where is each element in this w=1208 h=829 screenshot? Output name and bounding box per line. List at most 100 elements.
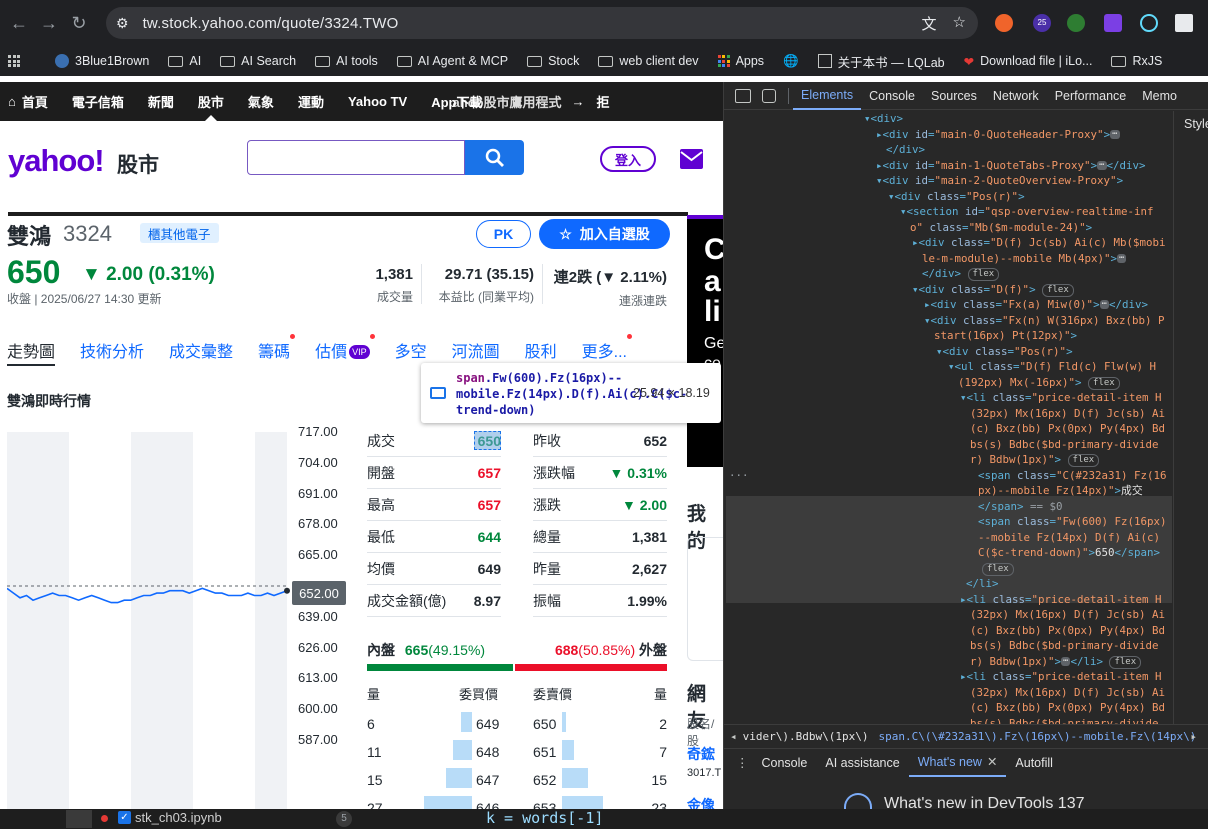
checkbox-icon[interactable]: ✓ (118, 811, 131, 824)
bookmark-folder[interactable]: Stock (527, 54, 579, 68)
bookmark-folder[interactable]: web client dev (598, 54, 699, 68)
pk-button[interactable]: PK (476, 220, 531, 248)
price-detail-label: 成交 (367, 432, 395, 449)
price-detail-value: 644 (477, 528, 501, 545)
code-snippet: k = words[-1] (486, 809, 604, 827)
y-tick-label: 639.00 (298, 608, 338, 624)
y-tick-label: 691.00 (298, 485, 338, 501)
ask-qty: 2 (659, 716, 667, 732)
extension-icon[interactable] (1175, 14, 1193, 32)
tab-styles[interactable]: Style (1184, 117, 1208, 131)
breadcrumb-item-selected[interactable]: span.C\(\#232a31\).Fz\(16px\)--mobile.Fz… (878, 730, 1196, 743)
tab-network[interactable]: Network (985, 82, 1047, 110)
address-bar[interactable]: ⚙ tw.stock.yahoo.com/quote/3324.TWO 文 ☆ (106, 7, 978, 39)
extension-badge[interactable]: 25 (1033, 14, 1051, 32)
bookmark-folder[interactable]: RxJS (1111, 54, 1162, 68)
ask-qty: 15 (651, 772, 667, 788)
advertisement[interactable]: C a li Ge ce (687, 215, 723, 467)
drawer-tab-whats-new[interactable]: What's new ✕ (908, 749, 1007, 777)
tab-chips[interactable]: 籌碼 (258, 334, 296, 368)
extension-icon[interactable] (1104, 14, 1122, 32)
site-settings-icon[interactable]: ⚙ (116, 15, 129, 32)
ask-price: 653 (533, 800, 557, 809)
netizen-stock-link[interactable]: 奇鋐 (687, 744, 715, 764)
bookmark-folder[interactable]: AI tools (315, 54, 378, 68)
quote-area: 雙鴻 3324 櫃其他電子 PK ☆ 加入自選股 650 ▼ 2.00 (0.31… (0, 82, 723, 809)
stat-volume: 1,381 成交量 (375, 266, 413, 304)
price-detail-label: 開盤 (367, 464, 395, 481)
notebook-tab[interactable]: stk_ch03.ipynb (135, 810, 222, 825)
reload-icon[interactable]: ↻ (64, 8, 94, 38)
tab-chart[interactable]: 走勢圖 (7, 338, 56, 366)
styles-pane[interactable]: Style (1173, 111, 1208, 724)
bookmark-item[interactable]: 关于本书 — LQLab (817, 52, 945, 71)
bookmark-folder[interactable]: AI (168, 54, 201, 68)
breadcrumb-left-arrow-icon[interactable]: ◂ (730, 730, 737, 743)
tab-slot (66, 810, 92, 828)
vip-badge: VIP (349, 345, 370, 359)
url-text[interactable]: tw.stock.yahoo.com/quote/3324.TWO (143, 15, 399, 32)
current-price-tag: 652.00 (292, 581, 346, 605)
bookmark-folder[interactable]: AI Search (220, 54, 296, 68)
bookmark-apps[interactable]: Apps (717, 54, 764, 68)
price-detail-item: 最低 644 (367, 521, 501, 553)
stock-name: 雙鴻 (7, 224, 52, 249)
tab-trades[interactable]: 成交彙整 (169, 338, 233, 368)
bookmark-item[interactable]: 🌐 (783, 54, 799, 69)
price-detail-item: 昨量 2,627 (533, 553, 667, 585)
bid-qty-header: 量 (367, 687, 381, 702)
price-detail-label: 最低 (367, 528, 395, 545)
drawer-tab-console[interactable]: Console (753, 749, 817, 777)
folder-icon (168, 55, 184, 67)
add-watchlist-button[interactable]: ☆ 加入自選股 (539, 219, 670, 249)
tab-elements[interactable]: Elements (793, 82, 862, 110)
inner-volume-bar (367, 664, 514, 671)
price-detail-value: 652 (643, 432, 667, 449)
breadcrumb-item[interactable]: vider\).Bdbw\(1px\) (743, 730, 869, 743)
bookmark-item[interactable]: ❤ Download file | iLo... (964, 54, 1093, 69)
browser-toolbar: ← → ↻ ⚙ tw.stock.yahoo.com/quote/3324.TW… (0, 0, 1208, 46)
elements-tree[interactable]: ▾<div> ▸<div id="main-0-QuoteHeader-Prox… (724, 111, 1172, 724)
tab-technical[interactable]: 技術分析 (80, 338, 144, 368)
industry-tag[interactable]: 櫃其他電子 (140, 223, 219, 243)
bookmark-folder[interactable]: AI Agent & MCP (396, 54, 508, 68)
tab-console[interactable]: Console (861, 82, 923, 110)
bookmark-star-icon[interactable]: ☆ (953, 13, 966, 34)
price-detail-value: 2,627 (631, 560, 667, 577)
extension-icon[interactable] (1067, 14, 1085, 32)
price-detail-value: 1,381 (631, 528, 667, 545)
translate-icon[interactable]: 文 (922, 13, 937, 34)
netizen-stock-link[interactable]: 金像電 (687, 795, 723, 809)
back-icon[interactable]: ← (4, 8, 34, 38)
chart-plot (7, 585, 290, 604)
apps-grid-icon[interactable] (8, 55, 20, 67)
intraday-chart[interactable] (7, 432, 290, 809)
tab-valuation[interactable]: 估價 VIP (315, 334, 375, 368)
tab-divider (788, 87, 789, 104)
bid-qty: 6 (367, 716, 375, 732)
bookmark-favicon-icon (55, 54, 69, 68)
drawer-tab-autofill[interactable]: Autofill (1006, 749, 1062, 777)
ask-volume-bar (562, 796, 603, 809)
more-icon[interactable]: ⋮ (736, 755, 749, 770)
bookmark-item[interactable]: 3Blue1Brown (55, 54, 149, 68)
price-detail-label: 成交金額(億) (367, 592, 447, 609)
react-devtools-icon[interactable] (1140, 14, 1158, 32)
inspect-element-icon[interactable] (735, 88, 751, 103)
tab-performance[interactable]: Performance (1047, 82, 1135, 110)
bid-volume-bar (452, 740, 472, 760)
drawer-tab-ai[interactable]: AI assistance (816, 749, 908, 777)
forward-icon[interactable]: → (34, 8, 64, 38)
close-icon[interactable]: ✕ (987, 754, 997, 769)
device-toolbar-icon[interactable] (762, 88, 776, 103)
tab-sources[interactable]: Sources (923, 82, 985, 110)
y-tick-label: 600.00 (298, 701, 338, 717)
extension-icon[interactable] (995, 14, 1013, 32)
tooltip-size: 25.94 × 18.19 (633, 386, 710, 400)
bid-volume-bar (445, 768, 472, 788)
breadcrumb-right-arrow-icon[interactable]: ▸ (1190, 730, 1197, 743)
price-detail-value: 649 (477, 560, 501, 577)
devtools-tabs: Elements Console Sources Network Perform… (724, 82, 1208, 110)
tab-memory[interactable]: Memo (1134, 82, 1185, 110)
price-detail-label: 漲跌幅 (533, 464, 575, 481)
